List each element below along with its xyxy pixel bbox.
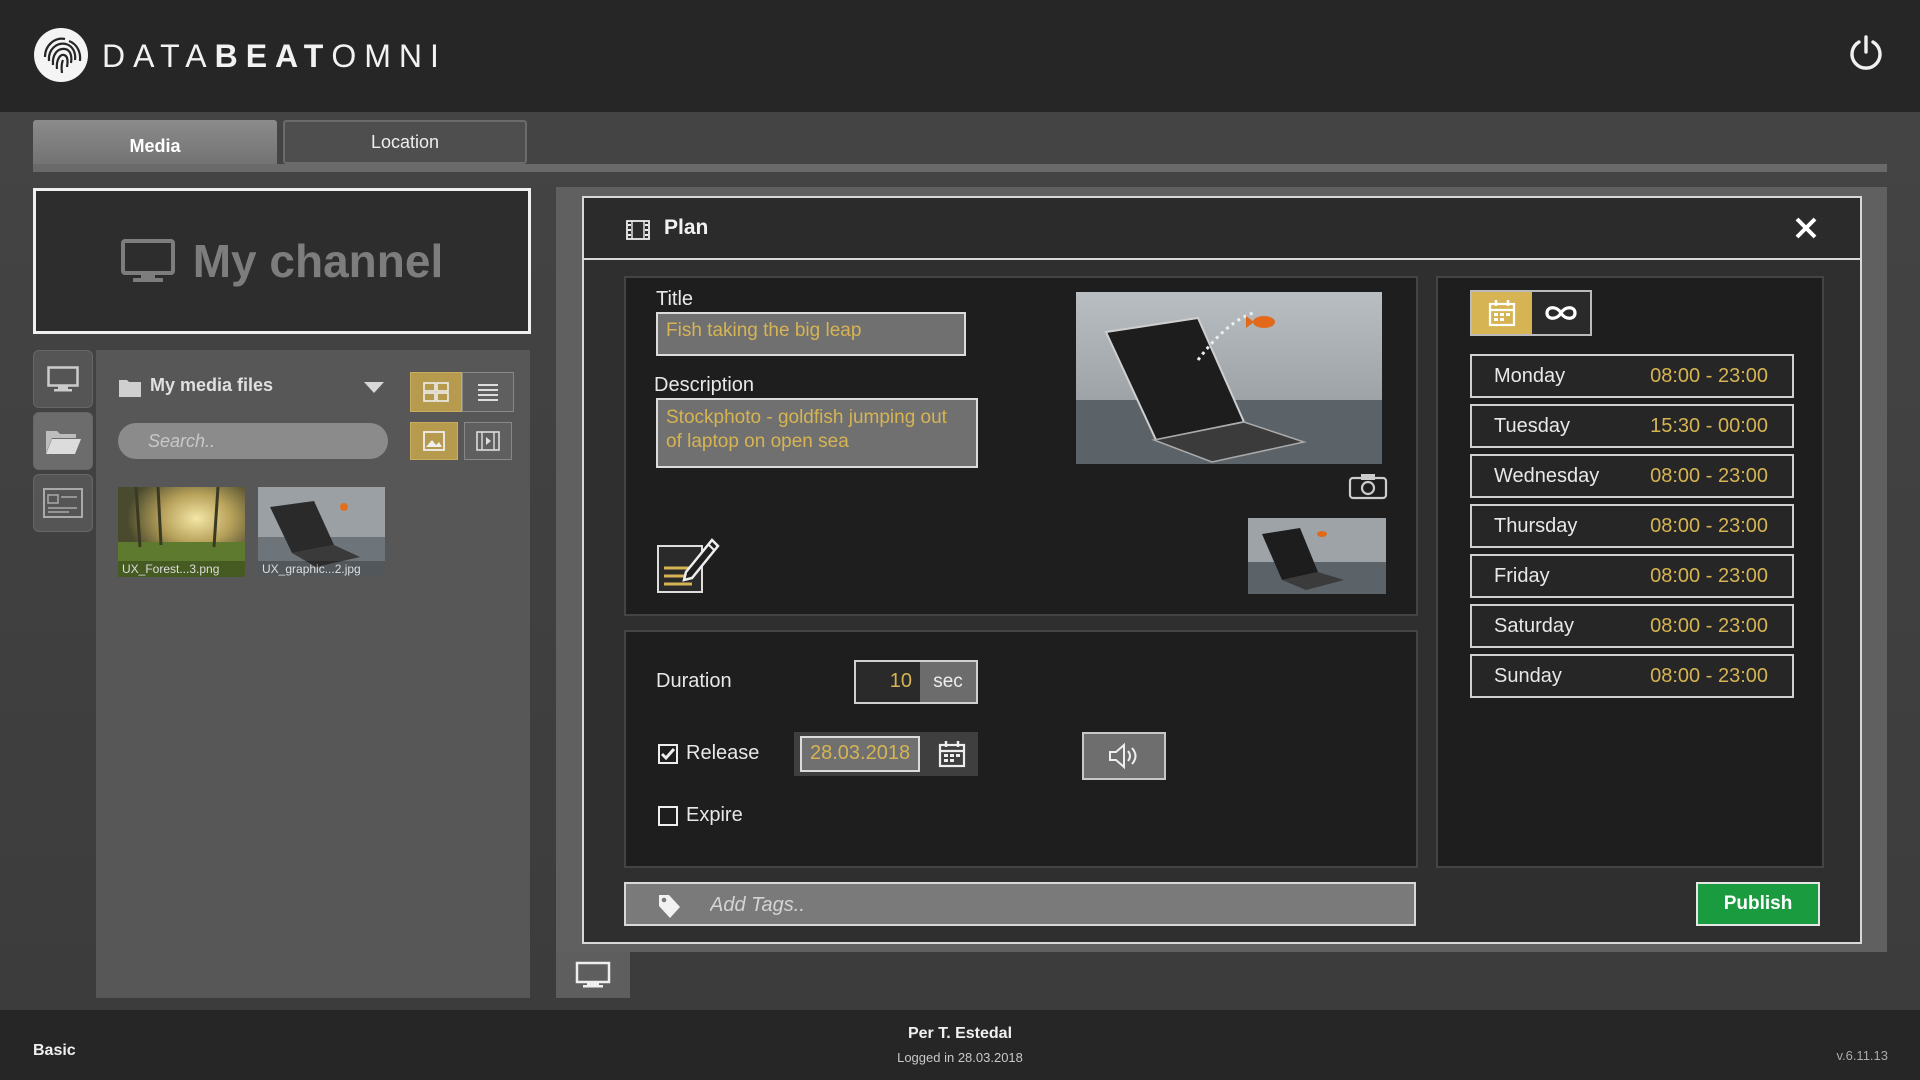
monitor-icon	[120, 239, 175, 282]
folder-icon	[119, 380, 141, 397]
filter-videos-button[interactable]	[464, 422, 512, 460]
monitor-icon	[47, 366, 79, 392]
fingerprint-logo-icon	[34, 28, 88, 82]
version-label: v.6.11.13	[1836, 1048, 1888, 1063]
grid-view-button[interactable]	[410, 372, 462, 412]
app-header: DATABEATOMNI	[0, 0, 1920, 112]
description-input[interactable]: Stockphoto - goldfish jumping out of lap…	[656, 398, 978, 468]
expire-checkbox[interactable]	[658, 806, 678, 826]
media-files-label: My media files	[150, 375, 274, 395]
logo-wordmark: DATABEATOMNI	[102, 38, 447, 74]
duration-unit: sec	[920, 662, 976, 702]
tab-strip	[33, 164, 1887, 172]
edit-notes-icon[interactable]	[656, 532, 722, 594]
user-name: Per T. Estedal	[907, 1025, 1013, 1042]
login-timestamp: Logged in 28.03.2018	[897, 1050, 1023, 1065]
weekly-schedule-button[interactable]	[1472, 292, 1532, 334]
duration-field[interactable]: 10 sec	[854, 660, 978, 704]
my-channel-box[interactable]: My channel	[33, 188, 531, 334]
search-input[interactable]	[118, 423, 388, 459]
plan-header: Plan	[584, 198, 1860, 260]
infinity-icon	[1545, 306, 1577, 320]
channel-title: My channel	[192, 235, 444, 287]
media-preview-image	[1076, 292, 1382, 464]
media-files-panel: My media files Search.. UX_Forest...3.pn…	[96, 350, 530, 998]
schedule-row-monday[interactable]: Monday 08:00 - 23:00	[1470, 354, 1794, 398]
release-date-input[interactable]: 28.03.2018	[800, 736, 920, 772]
tags-field[interactable]	[624, 882, 1416, 926]
plan-title: Plan	[664, 216, 709, 239]
media-info-section: Title Fish taking the big leap Descripti…	[624, 276, 1418, 616]
monitor-icon	[575, 961, 611, 988]
description-label: Description	[654, 374, 755, 396]
infinite-schedule-button[interactable]	[1532, 292, 1590, 334]
tab-location[interactable]: Location	[283, 120, 527, 164]
film-icon	[476, 431, 500, 451]
side-media-button[interactable]	[33, 412, 93, 470]
sound-toggle-button[interactable]	[1082, 732, 1166, 780]
media-files-dropdown-icon[interactable]	[364, 382, 384, 393]
schedule-row-tuesday[interactable]: Tuesday 15:30 - 00:00	[1470, 404, 1794, 448]
tag-icon	[659, 895, 680, 918]
calendar-icon[interactable]	[938, 740, 966, 768]
timing-section: Duration 10 sec Release 28.03.2018 Expir…	[624, 630, 1418, 868]
schedule-row-saturday[interactable]: Saturday 08:00 - 23:00	[1470, 604, 1794, 648]
release-checkbox[interactable]	[658, 744, 678, 764]
side-playlist-button[interactable]	[33, 474, 93, 532]
list-view-button[interactable]	[462, 372, 514, 412]
playlist-icon	[43, 488, 83, 518]
schedule-section: Monday 08:00 - 23:00 Tuesday 15:30 - 00:00…	[1436, 276, 1824, 868]
expire-label: Expire	[686, 804, 743, 826]
thumbnail-caption: UX_Forest...3.png	[118, 561, 245, 577]
image-icon	[423, 431, 445, 451]
tags-input[interactable]	[710, 890, 1370, 920]
media-small-thumbnail[interactable]	[1248, 518, 1386, 594]
schedule-row-sunday[interactable]: Sunday 08:00 - 23:00	[1470, 654, 1794, 698]
workspace: Media Location My channel My media files…	[0, 112, 1920, 1010]
media-thumbnail-laptop[interactable]: UX_graphic...2.jpg	[258, 487, 385, 577]
filter-images-button[interactable]	[410, 422, 458, 460]
power-icon[interactable]	[1848, 34, 1884, 72]
title-label: Title	[656, 288, 694, 310]
side-screens-button[interactable]	[33, 350, 93, 408]
close-icon[interactable]	[1792, 214, 1820, 242]
preview-screen-tab[interactable]	[556, 952, 630, 998]
publish-button[interactable]: Publish	[1696, 882, 1820, 926]
schedule-mode-toggle	[1470, 290, 1592, 336]
schedule-row-friday[interactable]: Friday 08:00 - 23:00	[1470, 554, 1794, 598]
film-icon	[626, 220, 650, 240]
app-footer: Basic Per T. Estedal Logged in 28.03.201…	[0, 1010, 1920, 1080]
media-thumbnail-forest[interactable]: UX_Forest...3.png	[118, 487, 245, 577]
thumbnail-caption: UX_graphic...2.jpg	[258, 561, 385, 577]
plan-dialog: Plan Title Fish taking the big leap Desc…	[582, 196, 1862, 944]
duration-value: 10	[889, 670, 912, 692]
camera-icon[interactable]	[1348, 472, 1388, 500]
title-input[interactable]: Fish taking the big leap	[656, 312, 966, 356]
speaker-icon	[1109, 742, 1137, 770]
grid-icon	[423, 382, 449, 402]
duration-label: Duration	[656, 670, 732, 692]
list-icon	[478, 384, 498, 401]
calendar-icon	[1488, 300, 1516, 327]
schedule-row-thursday[interactable]: Thursday 08:00 - 23:00	[1470, 504, 1794, 548]
release-label: Release	[686, 742, 760, 764]
schedule-row-wednesday[interactable]: Wednesday 08:00 - 23:00	[1470, 454, 1794, 498]
folder-open-icon	[46, 431, 81, 454]
release-date-field[interactable]: 28.03.2018	[794, 732, 978, 776]
